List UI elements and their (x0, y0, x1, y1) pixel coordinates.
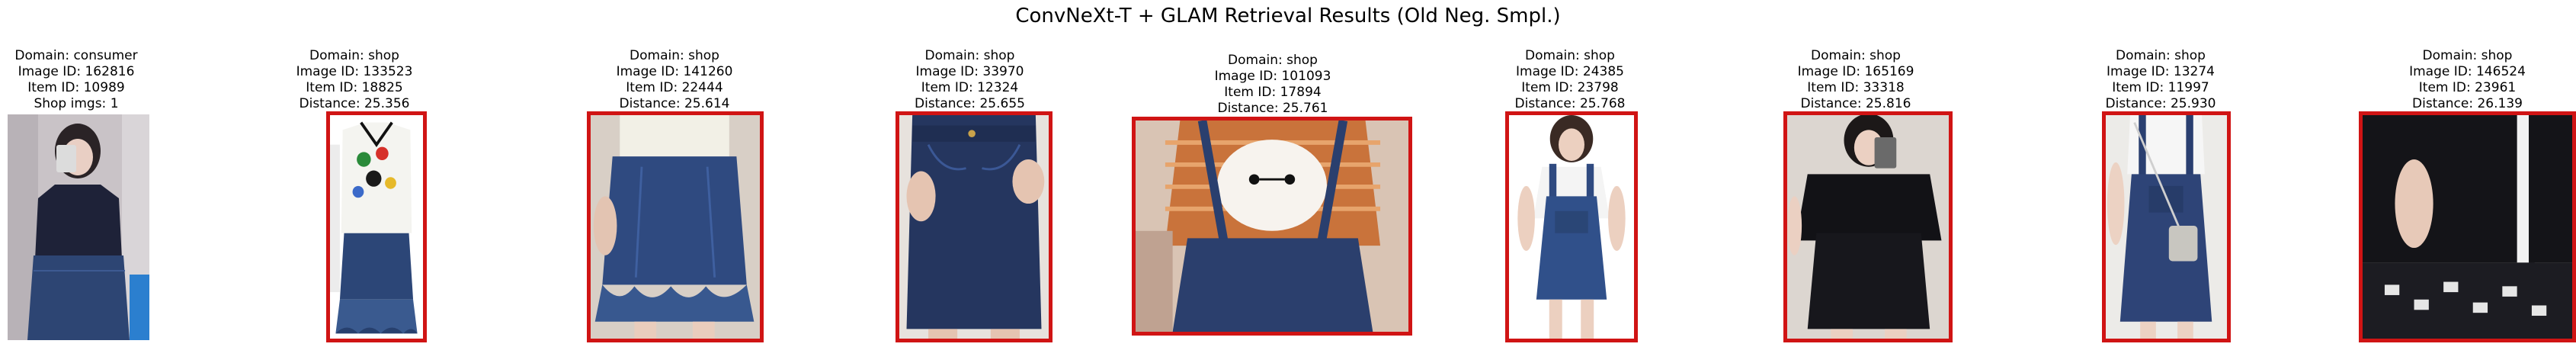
result-image-id-label: Image ID: 13274 (2107, 64, 2215, 79)
result-item-id-label: Item ID: 17894 (1224, 85, 1322, 100)
result-domain-label: Domain: shop (2116, 48, 2206, 63)
result-image-id-label: Image ID: 24385 (1516, 64, 1624, 79)
result-distance-label: Distance: 25.768 (1514, 96, 1626, 111)
result-panel: Domain: shop Image ID: 101093 Item ID: 1… (1132, 0, 1414, 347)
result-distance-label: Distance: 25.356 (299, 96, 410, 111)
result-panel: Domain: shop Image ID: 146524 Item ID: 2… (2359, 0, 2576, 347)
result-domain-label: Domain: shop (1228, 53, 1318, 68)
result-image (2102, 111, 2231, 342)
result-image (587, 111, 764, 342)
result-domain-label: Domain: shop (2422, 48, 2513, 63)
query-image-id-label: Image ID: 162816 (18, 64, 135, 79)
result-distance-label: Distance: 26.139 (2412, 96, 2523, 111)
result-item-id-label: Item ID: 22444 (626, 80, 723, 95)
query-domain-label: Domain: consumer (14, 48, 138, 63)
result-panel: Domain: shop Image ID: 13274 Item ID: 11… (2084, 0, 2237, 347)
query-image (8, 114, 149, 340)
result-distance-label: Distance: 25.761 (1217, 101, 1328, 116)
result-item-id-label: Item ID: 12324 (921, 80, 1019, 95)
query-panel: Domain: consumer Image ID: 162816 Item I… (0, 0, 152, 347)
result-distance-label: Distance: 25.816 (1800, 96, 1911, 111)
result-item-id-label: Item ID: 11997 (2112, 80, 2209, 95)
result-image (1783, 111, 1953, 342)
result-image (1505, 111, 1638, 342)
result-image (896, 111, 1053, 342)
result-image-id-label: Image ID: 141260 (616, 64, 733, 79)
result-image (326, 111, 427, 342)
result-distance-label: Distance: 25.930 (2105, 96, 2216, 111)
result-item-id-label: Item ID: 23798 (1521, 80, 1619, 95)
result-item-id-label: Item ID: 33318 (1807, 80, 1905, 95)
result-image-id-label: Image ID: 133523 (296, 64, 413, 79)
result-image-id-label: Image ID: 165169 (1797, 64, 1914, 79)
result-panel: Domain: shop Image ID: 165169 Item ID: 3… (1768, 0, 1953, 347)
result-distance-label: Distance: 25.614 (619, 96, 730, 111)
result-panel: Domain: shop Image ID: 133523 Item ID: 1… (274, 0, 434, 347)
result-domain-label: Domain: shop (630, 48, 719, 63)
result-image-id-label: Image ID: 33970 (915, 64, 1024, 79)
result-image-id-label: Image ID: 101093 (1214, 69, 1331, 84)
result-distance-label: Distance: 25.655 (915, 96, 1025, 111)
result-domain-label: Domain: shop (924, 48, 1015, 63)
result-panel: Domain: shop Image ID: 24385 Item ID: 23… (1498, 0, 1642, 347)
result-domain-label: Domain: shop (309, 48, 399, 63)
result-item-id-label: Item ID: 18825 (306, 80, 403, 95)
result-domain-label: Domain: shop (1811, 48, 1901, 63)
result-image (1132, 117, 1412, 336)
result-image (2359, 111, 2576, 342)
result-domain-label: Domain: shop (1525, 48, 1615, 63)
query-item-id-label: Item ID: 10989 (27, 80, 125, 95)
result-image-id-label: Image ID: 146524 (2409, 64, 2526, 79)
query-shop-imgs-label: Shop imgs: 1 (34, 96, 119, 111)
result-panel: Domain: shop Image ID: 33970 Item ID: 12… (888, 0, 1053, 347)
result-item-id-label: Item ID: 23961 (2418, 80, 2517, 95)
result-panel: Domain: shop Image ID: 141260 Item ID: 2… (587, 0, 764, 347)
